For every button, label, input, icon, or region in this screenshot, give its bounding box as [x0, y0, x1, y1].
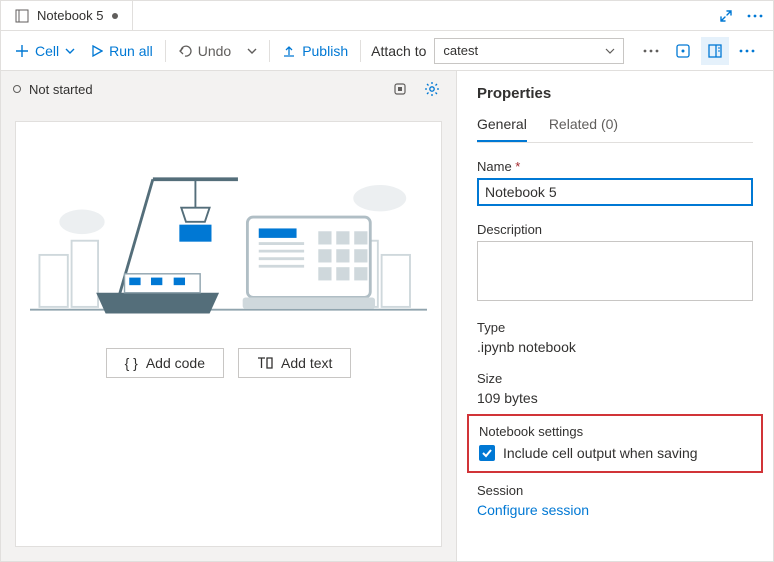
more-icon[interactable] — [747, 14, 763, 18]
publish-label: Publish — [302, 43, 348, 59]
attach-value: catest — [443, 43, 478, 58]
settings-label: Notebook settings — [479, 424, 751, 439]
chevron-down-icon — [605, 48, 615, 54]
undo-label: Undo — [198, 43, 231, 59]
properties-title: Properties — [477, 85, 753, 102]
properties-panel: Properties General Related (0) Name Desc… — [456, 71, 773, 561]
stop-icon[interactable] — [388, 77, 412, 101]
toolbar-more-icon[interactable] — [637, 37, 665, 65]
size-label: Size — [477, 371, 753, 386]
publish-button[interactable]: Publish — [274, 39, 356, 63]
undo-dropdown[interactable] — [239, 44, 265, 58]
type-value: .ipynb notebook — [477, 339, 753, 355]
publish-icon — [282, 44, 296, 58]
description-label: Description — [477, 222, 753, 237]
toolbar-more2-icon[interactable] — [733, 37, 761, 65]
hero-illustration — [30, 136, 427, 336]
empty-state: { } Add code Add text — [15, 121, 442, 547]
tab-related[interactable]: Related (0) — [549, 116, 618, 142]
attach-label: Attach to — [371, 43, 426, 59]
tab-notebook[interactable]: Notebook 5 — [1, 1, 133, 30]
check-icon — [481, 447, 493, 459]
name-label: Name — [477, 159, 753, 174]
text-icon — [257, 356, 273, 370]
add-code-label: Add code — [146, 355, 205, 371]
tabbar: Notebook 5 — [1, 1, 773, 31]
configure-session-link[interactable]: Configure session — [477, 502, 753, 518]
play-icon — [91, 45, 103, 57]
status-dot-icon — [13, 85, 21, 93]
size-value: 109 bytes — [477, 390, 753, 406]
session-label: Session — [477, 483, 753, 498]
include-output-checkbox[interactable] — [479, 445, 495, 461]
notebook-settings-highlight: Notebook settings Include cell output wh… — [467, 414, 763, 473]
run-all-button[interactable]: Run all — [83, 39, 161, 63]
add-text-label: Add text — [281, 355, 332, 371]
chevron-down-icon — [65, 48, 75, 54]
notebook-icon — [15, 9, 29, 23]
attach-select[interactable]: catest — [434, 38, 624, 64]
settings-gear-icon[interactable] — [420, 77, 444, 101]
unsaved-indicator-icon — [112, 13, 118, 19]
chevron-down-icon — [247, 48, 257, 54]
tab-general[interactable]: General — [477, 116, 527, 142]
cell-label: Cell — [35, 43, 59, 59]
add-text-button[interactable]: Add text — [238, 348, 351, 378]
status-bar: Not started — [1, 71, 456, 107]
toolbar: Cell Run all Undo Publish Attach to cate… — [1, 31, 773, 71]
tab-label: Notebook 5 — [37, 8, 104, 23]
name-input[interactable] — [477, 178, 753, 206]
expand-icon[interactable] — [719, 9, 733, 23]
add-cell-button[interactable]: Cell — [7, 39, 83, 63]
variables-icon[interactable] — [669, 37, 697, 65]
add-code-button[interactable]: { } Add code — [106, 348, 224, 378]
undo-icon — [178, 44, 192, 58]
include-output-label: Include cell output when saving — [503, 445, 698, 461]
description-input[interactable] — [477, 241, 753, 301]
code-icon: { } — [125, 355, 138, 371]
properties-icon[interactable] — [701, 37, 729, 65]
status-text: Not started — [29, 82, 93, 97]
type-label: Type — [477, 320, 753, 335]
undo-button[interactable]: Undo — [170, 39, 239, 63]
plus-icon — [15, 44, 29, 58]
runall-label: Run all — [109, 43, 153, 59]
